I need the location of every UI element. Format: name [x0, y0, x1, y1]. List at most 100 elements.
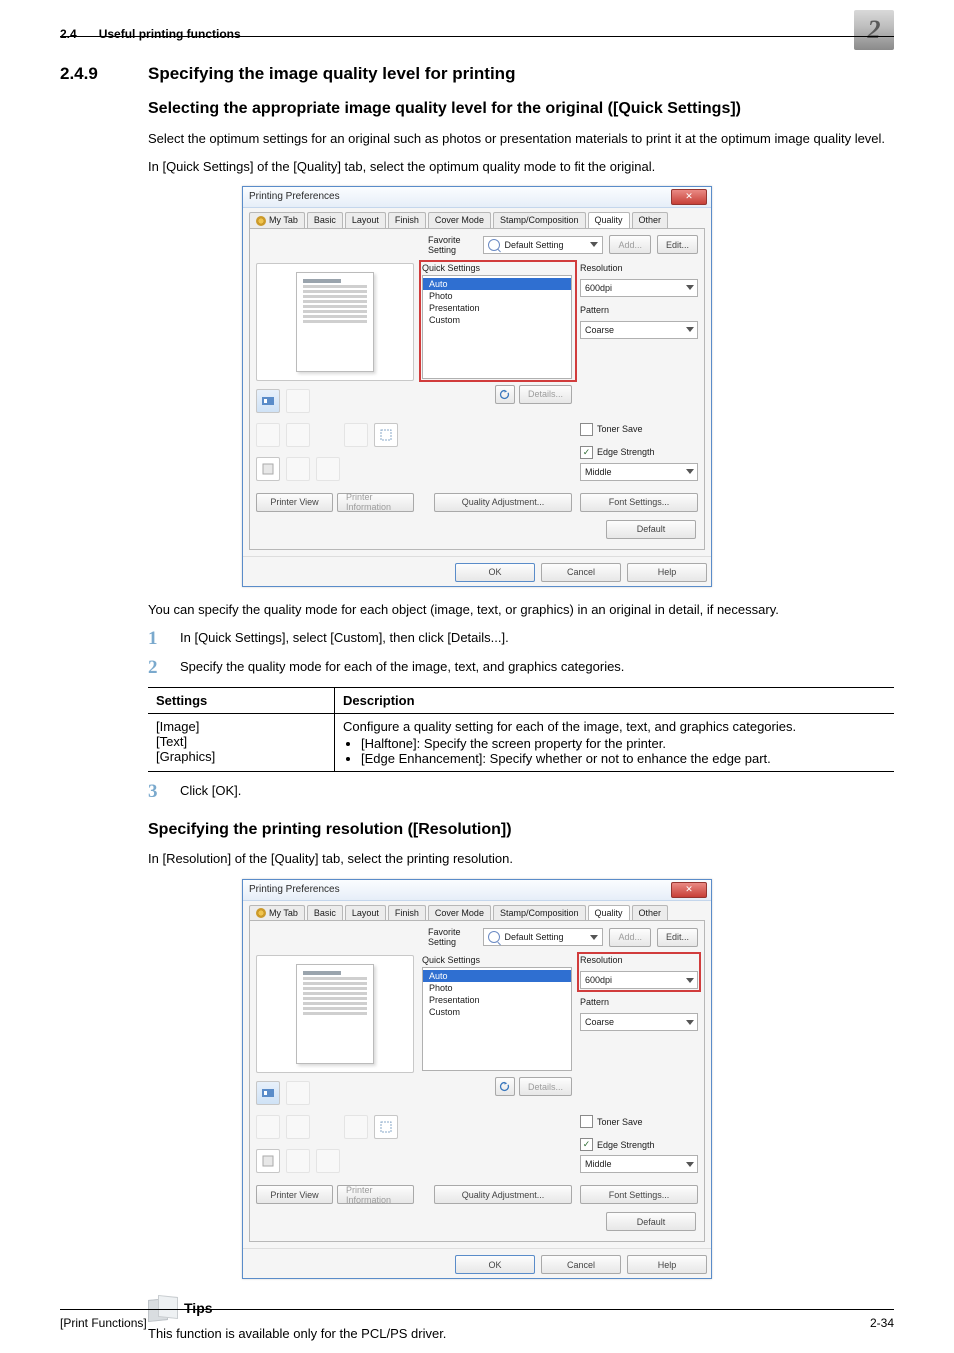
heading-number: 2.4.9 [60, 64, 116, 84]
edge-strength-label: Edge Strength [597, 1140, 655, 1150]
chevron-down-icon [590, 935, 598, 940]
help-button[interactable]: Help [627, 563, 707, 582]
icon[interactable] [374, 423, 398, 447]
font-settings-button[interactable]: Font Settings... [580, 493, 698, 512]
edge-strength-select[interactable]: Middle [580, 463, 698, 481]
add-button[interactable]: Add... [609, 928, 651, 947]
edge-strength-checkbox[interactable] [580, 446, 593, 459]
paragraph: In [Quick Settings] of the [Quality] tab… [148, 158, 894, 176]
edit-button[interactable]: Edit... [657, 235, 698, 254]
chapter-badge: 2 [854, 10, 894, 50]
pattern-label: Pattern [580, 305, 698, 315]
pattern-select[interactable]: Coarse [580, 1013, 698, 1031]
table-header-description: Description [335, 687, 895, 713]
tab-stamp[interactable]: Stamp/Composition [493, 905, 586, 921]
tab-basic[interactable]: Basic [307, 212, 343, 228]
icon [344, 423, 368, 447]
edge-strength-checkbox[interactable] [580, 1138, 593, 1151]
tab-cover-mode[interactable]: Cover Mode [428, 905, 491, 921]
toner-save-checkbox[interactable] [580, 1115, 593, 1128]
tab-cover-mode[interactable]: Cover Mode [428, 212, 491, 228]
toner-save-label: Toner Save [597, 1117, 643, 1127]
printing-preferences-dialog-2: Printing Preferences ✕ My Tab Basic Layo… [242, 879, 712, 1280]
quality-adjustment-button[interactable]: Quality Adjustment... [434, 1185, 572, 1204]
chevron-down-icon [686, 327, 694, 332]
favorite-setting-value: Default Setting [504, 932, 563, 942]
quick-settings-list[interactable]: Auto Photo Presentation Custom [422, 967, 572, 1071]
reset-icon[interactable] [495, 385, 515, 404]
dialog-title: Printing Preferences [249, 884, 340, 895]
icon [256, 423, 280, 447]
pattern-select[interactable]: Coarse [580, 321, 698, 339]
icon [286, 423, 310, 447]
dialog-title: Printing Preferences [249, 191, 340, 202]
cancel-button[interactable]: Cancel [541, 1255, 621, 1274]
heading-title: Specifying the image quality level for p… [148, 64, 515, 84]
reset-icon[interactable] [495, 1077, 515, 1096]
list-item[interactable]: Auto [423, 970, 571, 982]
icon [344, 1115, 368, 1139]
icon[interactable] [256, 1149, 280, 1173]
icon [286, 389, 310, 413]
step-number-2: 2 [148, 658, 162, 677]
ok-button[interactable]: OK [455, 1255, 535, 1274]
table-cell-settings: [Image] [Text] [Graphics] [148, 713, 335, 771]
icon[interactable] [256, 457, 280, 481]
resolution-label: Resolution [580, 263, 698, 273]
quick-settings-label: Quick Settings [422, 955, 572, 965]
printer-view-button[interactable]: Printer View [256, 493, 333, 512]
tab-other[interactable]: Other [632, 212, 669, 228]
tab-mytab[interactable]: My Tab [249, 212, 305, 228]
details-button[interactable]: Details... [519, 1077, 572, 1096]
default-button[interactable]: Default [606, 520, 696, 539]
view-icon[interactable] [256, 1081, 280, 1105]
tab-finish[interactable]: Finish [388, 212, 426, 228]
gear-icon [256, 216, 266, 226]
paragraph: You can specify the quality mode for eac… [148, 601, 894, 619]
tab-layout[interactable]: Layout [345, 212, 386, 228]
footer-rule [60, 1309, 894, 1310]
step-text: Click [OK]. [180, 782, 241, 800]
toner-save-checkbox[interactable] [580, 423, 593, 436]
close-icon[interactable]: ✕ [671, 189, 707, 205]
printer-information-button[interactable]: Printer Information [337, 493, 414, 512]
highlight-resolution [577, 952, 701, 992]
font-settings-button[interactable]: Font Settings... [580, 1185, 698, 1204]
gear-icon [256, 908, 266, 918]
default-button[interactable]: Default [606, 1212, 696, 1231]
edit-button[interactable]: Edit... [657, 928, 698, 947]
quality-adjustment-button[interactable]: Quality Adjustment... [434, 493, 572, 512]
view-icon[interactable] [256, 389, 280, 413]
tab-mytab[interactable]: My Tab [249, 905, 305, 921]
favorite-setting-label: Favorite Setting [428, 927, 477, 947]
cancel-button[interactable]: Cancel [541, 563, 621, 582]
tab-quality[interactable]: Quality [588, 212, 630, 228]
ok-button[interactable]: OK [455, 563, 535, 582]
tab-other[interactable]: Other [632, 905, 669, 921]
favorite-setting-select[interactable]: Default Setting [483, 236, 603, 254]
details-button[interactable]: Details... [519, 385, 572, 404]
list-item[interactable]: Presentation [423, 994, 571, 1006]
favorite-setting-select[interactable]: Default Setting [483, 928, 603, 946]
tab-layout[interactable]: Layout [345, 905, 386, 921]
printer-view-button[interactable]: Printer View [256, 1185, 333, 1204]
edge-strength-select[interactable]: Middle [580, 1155, 698, 1173]
help-button[interactable]: Help [627, 1255, 707, 1274]
add-button[interactable]: Add... [609, 235, 651, 254]
tab-quality[interactable]: Quality [588, 905, 630, 921]
favorite-setting-value: Default Setting [504, 240, 563, 250]
chevron-down-icon [686, 1162, 694, 1167]
step-number-1: 1 [148, 629, 162, 648]
tab-finish[interactable]: Finish [388, 905, 426, 921]
icon[interactable] [374, 1115, 398, 1139]
resolution-select[interactable]: 600dpi [580, 279, 698, 297]
chevron-down-icon [686, 285, 694, 290]
list-item[interactable]: Custom [423, 1006, 571, 1018]
close-icon[interactable]: ✕ [671, 882, 707, 898]
tab-stamp[interactable]: Stamp/Composition [493, 212, 586, 228]
chevron-down-icon [686, 469, 694, 474]
icon [286, 1081, 310, 1105]
list-item[interactable]: Photo [423, 982, 571, 994]
tab-basic[interactable]: Basic [307, 905, 343, 921]
printer-information-button[interactable]: Printer Information [337, 1185, 414, 1204]
